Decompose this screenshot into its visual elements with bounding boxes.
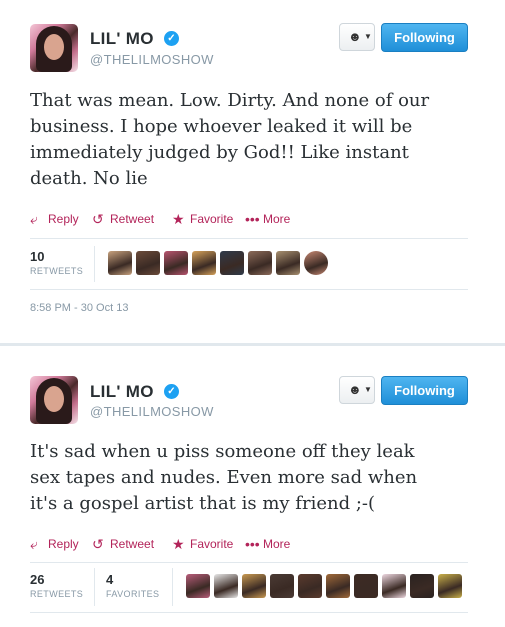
retweeter-avatar[interactable] [276,251,300,275]
verified-icon: ✓ [164,31,179,46]
avatar-face [44,34,64,60]
retweets-stat[interactable]: 26 RETWEETS [30,572,83,599]
retweeter-avatar[interactable] [326,574,350,598]
reply-icon: ⤶ [30,536,38,552]
retweeter-avatar[interactable] [270,574,294,598]
tweet-text: It's sad when u piss someone off they le… [30,439,470,517]
reply-button[interactable]: ⤶ Reply [30,537,79,551]
more-label: More [263,212,291,226]
retweeter-avatar[interactable] [410,574,434,598]
retweets-count: 26 [30,572,45,587]
retweeter-avatar[interactable] [192,251,216,275]
tweet-text-line: sex tapes and nudes. Even more sad when [30,467,418,488]
user-name[interactable]: LIL' MO [90,29,154,49]
user-handle[interactable]: @THELILMOSHOW [90,52,214,67]
favorites-label: FAVORITES [106,589,160,599]
verified-icon: ✓ [164,384,179,399]
retweets-label: RETWEETS [30,589,84,599]
divider [30,238,468,239]
retweeter-avatar[interactable] [220,251,244,275]
retweeter-avatar[interactable] [242,574,266,598]
tweet-text-line: It's sad when u piss someone off they le… [30,441,415,462]
tweet-text-line: immediately judged by God!! Like instant [30,142,409,163]
reply-label: Reply [48,212,79,226]
retweeter-avatar[interactable] [438,574,462,598]
avatar[interactable] [30,24,78,72]
favorites-count: 4 [106,572,114,587]
tweet-text-line: it's a gospel artist that is my friend ;… [30,493,375,514]
reply-icon: ⤶ [30,211,38,227]
retweets-count: 10 [30,249,45,264]
avatar-face [44,386,64,412]
tweet-text-line: business. I hope whoever leaked it will … [30,116,413,137]
chevron-down-icon: ▼ [364,385,372,394]
user-handle[interactable]: @THELILMOSHOW [90,404,214,419]
retweets-stat[interactable]: 10 RETWEETS [30,249,83,276]
star-icon: ★ [172,536,185,552]
divider [30,562,468,563]
divider [172,568,173,606]
divider [94,246,95,282]
retweeter-avatar[interactable] [214,574,238,598]
retweeter-avatar[interactable] [108,251,132,275]
more-dots-icon: ••• [245,536,260,552]
retweet-label: Retweet [110,212,155,226]
favorite-button[interactable]: ★ Favorite [172,212,233,226]
retweeter-avatar[interactable] [304,251,328,275]
favorite-button[interactable]: ★ Favorite [172,537,233,551]
divider [30,612,468,613]
retweets-label: RETWEETS [30,266,84,276]
reply-button[interactable]: ⤶ Reply [30,212,79,226]
following-button[interactable]: Following [381,23,468,52]
more-button[interactable]: ••• More [245,537,290,551]
user-actions-button[interactable]: ☻ ▼ [339,23,375,51]
following-button[interactable]: Following [381,376,468,405]
tweet: LIL' MO ✓ @THELILMOSHOW ☻ ▼ Following Th… [0,0,505,343]
retweet-icon: ↺ [92,211,104,227]
star-icon: ★ [172,211,185,227]
avatar[interactable] [30,376,78,424]
timestamp[interactable]: 8:58 PM - 30 Oct 13 [30,302,128,314]
chevron-down-icon: ▼ [364,32,372,41]
more-button[interactable]: ••• More [245,212,290,226]
tweet-text-line: death. No lie [30,168,148,189]
favorites-stat[interactable]: 4 FAVORITES [106,572,159,599]
retweet-button[interactable]: ↺ Retweet [92,212,154,226]
favorite-label: Favorite [190,212,234,226]
favorite-label: Favorite [190,537,234,551]
retweeter-avatar[interactable] [248,251,272,275]
divider [94,568,95,606]
retweet-label: Retweet [110,537,155,551]
person-icon: ☻ [348,382,362,397]
retweeter-avatar[interactable] [186,574,210,598]
more-dots-icon: ••• [245,211,260,227]
retweeter-avatar[interactable] [382,574,406,598]
divider [30,289,468,290]
tweet-text-line: That was mean. Low. Dirty. And none of o… [30,90,430,111]
person-icon: ☻ [348,29,362,44]
user-actions-button[interactable]: ☻ ▼ [339,376,375,404]
tweet-text: That was mean. Low. Dirty. And none of o… [30,88,470,192]
retweeter-avatar[interactable] [298,574,322,598]
tweet: LIL' MO ✓ @THELILMOSHOW ☻ ▼ Following It… [0,346,505,627]
user-name[interactable]: LIL' MO [90,382,154,402]
retweeter-avatar[interactable] [164,251,188,275]
retweet-icon: ↺ [92,536,104,552]
reply-label: Reply [48,537,79,551]
more-label: More [263,537,291,551]
retweet-button[interactable]: ↺ Retweet [92,537,154,551]
retweeter-avatar[interactable] [354,574,378,598]
retweeter-avatar[interactable] [136,251,160,275]
